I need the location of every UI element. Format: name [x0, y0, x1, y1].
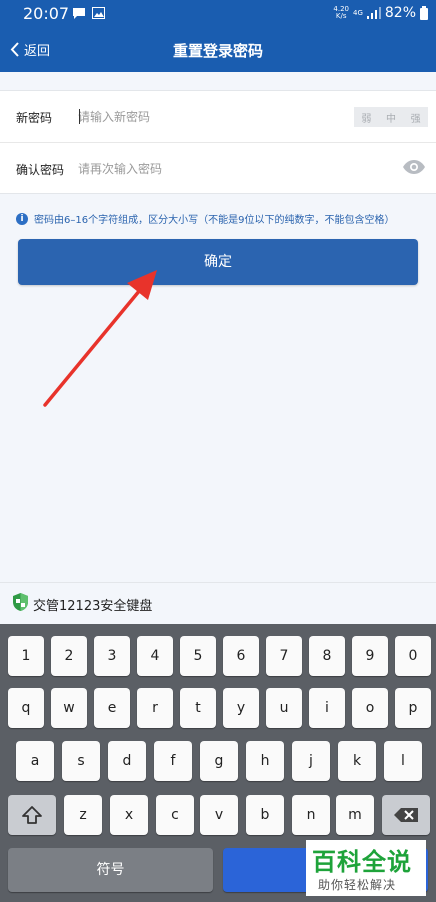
notification-icons — [72, 7, 105, 20]
key-d[interactable]: d — [108, 741, 146, 781]
password-strength-meter: 弱 中 强 — [354, 107, 428, 127]
new-password-row: 新密码 弱 中 强 — [0, 91, 436, 143]
backspace-icon — [394, 808, 418, 822]
battery-percent: 82% — [384, 5, 416, 21]
gallery-icon — [92, 7, 105, 19]
key-b[interactable]: b — [246, 795, 284, 835]
shift-icon — [22, 806, 42, 824]
confirm-password-input[interactable] — [78, 157, 338, 181]
password-hint: i 密码由6–16个字符组成，区分大小写（不能是9位以下的纯数字，不能包含空格） — [16, 211, 394, 226]
key-2[interactable]: 2 — [51, 636, 87, 676]
strength-medium: 中 — [385, 113, 396, 125]
key-3[interactable]: 3 — [94, 636, 130, 676]
key-p[interactable]: p — [395, 688, 431, 728]
key-f[interactable]: f — [154, 741, 192, 781]
network-type: 4G — [352, 8, 363, 17]
key-4[interactable]: 4 — [137, 636, 173, 676]
key-z[interactable]: z — [64, 795, 102, 835]
signal-icon — [366, 7, 381, 19]
new-password-label: 新密码 — [16, 111, 53, 125]
keyboard-title: 交管12123安全键盘 — [33, 599, 153, 614]
key-t[interactable]: t — [180, 688, 216, 728]
symbols-key[interactable]: 符号 — [8, 848, 213, 892]
battery-icon — [420, 6, 428, 20]
key-a[interactable]: a — [16, 741, 54, 781]
key-7[interactable]: 7 — [266, 636, 302, 676]
key-0[interactable]: 0 — [395, 636, 431, 676]
key-n[interactable]: n — [292, 795, 330, 835]
key-m[interactable]: m — [336, 795, 374, 835]
key-s[interactable]: s — [62, 741, 100, 781]
watermark-brand: 百科全说 — [312, 848, 412, 876]
key-u[interactable]: u — [266, 688, 302, 728]
shield-icon — [13, 593, 28, 611]
key-v[interactable]: v — [200, 795, 238, 835]
strength-strong: 强 — [410, 113, 421, 125]
password-form: 新密码 弱 中 强 确认密码 — [0, 90, 436, 194]
key-y[interactable]: y — [223, 688, 259, 728]
key-1[interactable]: 1 — [8, 636, 44, 676]
watermark-slogan: 助你轻松解决 — [318, 878, 397, 892]
key-5[interactable]: 5 — [180, 636, 216, 676]
status-bar: 20:07 4.20 K/s 4G 82% — [0, 0, 436, 28]
status-time: 20:07 — [23, 4, 70, 23]
key-6[interactable]: 6 — [223, 636, 259, 676]
key-e[interactable]: e — [94, 688, 130, 728]
key-g[interactable]: g — [200, 741, 238, 781]
shift-key[interactable] — [8, 795, 56, 835]
key-c[interactable]: c — [156, 795, 194, 835]
net-speed: 4.20 K/s — [333, 5, 349, 20]
key-w[interactable]: w — [51, 688, 87, 728]
new-password-input[interactable] — [78, 105, 338, 129]
strength-weak: 弱 — [361, 113, 372, 125]
info-icon: i — [16, 212, 28, 225]
confirm-password-row: 确认密码 — [0, 143, 436, 195]
hint-text: 密码由6–16个字符组成，区分大小写（不能是9位以下的纯数字，不能包含空格） — [34, 215, 395, 226]
text-cursor — [79, 109, 80, 124]
key-o[interactable]: o — [352, 688, 388, 728]
key-q[interactable]: q — [8, 688, 44, 728]
key-i[interactable]: i — [309, 688, 345, 728]
page-title: 重置登录密码 — [172, 42, 263, 60]
key-9[interactable]: 9 — [352, 636, 388, 676]
key-8[interactable]: 8 — [309, 636, 345, 676]
watermark-logo: 百科全说 助你轻松解决 — [306, 840, 426, 896]
key-r[interactable]: r — [137, 688, 173, 728]
app-header: 返回 重置登录密码 — [0, 28, 436, 72]
system-icons: 4.20 K/s 4G 82% — [333, 5, 428, 21]
key-h[interactable]: h — [246, 741, 284, 781]
backspace-key[interactable] — [382, 795, 430, 835]
keyboard-header: 交管12123安全键盘 — [0, 582, 436, 624]
key-x[interactable]: x — [110, 795, 148, 835]
confirm-button[interactable]: 确定 — [18, 239, 418, 285]
eye-icon[interactable] — [402, 159, 426, 175]
message-icon — [73, 8, 85, 19]
confirm-password-label: 确认密码 — [16, 163, 65, 177]
key-l[interactable]: l — [384, 741, 422, 781]
key-k[interactable]: k — [338, 741, 376, 781]
key-j[interactable]: j — [292, 741, 330, 781]
